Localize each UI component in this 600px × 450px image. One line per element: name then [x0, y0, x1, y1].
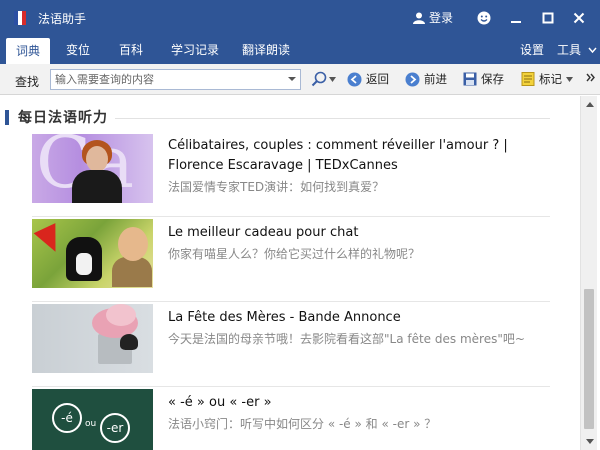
chevron-down-icon — [585, 439, 594, 444]
chevron-down-icon — [329, 76, 336, 82]
content-area: 每日法语听力 Ca Célibataires, couples : commen… — [0, 96, 580, 450]
item-title[interactable]: « -é » ou « -er » — [168, 393, 548, 413]
tab-translate-read[interactable]: 翻译朗读 — [234, 36, 298, 64]
item-subtitle: 法国爱情专家TED演讲：如何找到真爱？ — [168, 180, 385, 194]
thumbnail-text: -é — [52, 403, 82, 433]
maximize-icon — [542, 12, 554, 24]
video-thumbnail[interactable] — [32, 304, 153, 373]
bookmark-icon — [521, 72, 535, 86]
search-icon — [311, 71, 327, 87]
title-bar: 法语助手 登录 — [0, 0, 600, 36]
login-label: 登录 — [429, 11, 454, 25]
smiley-icon — [477, 11, 491, 25]
item-title[interactable]: La Fête des Mères - Bande Annonce — [168, 308, 548, 328]
cat-chest-graphic — [76, 253, 92, 275]
maximize-button[interactable] — [538, 8, 558, 28]
forward-arrow-icon — [405, 72, 420, 86]
tab-conjugation[interactable]: 变位 — [56, 36, 100, 64]
vertical-scrollbar[interactable] — [580, 96, 597, 450]
item-title[interactable]: Le meilleur cadeau pour chat — [168, 223, 548, 243]
feedback-button[interactable] — [474, 8, 494, 28]
scroll-down-button[interactable] — [581, 433, 598, 450]
tab-dictionary[interactable]: 词典 — [6, 38, 50, 64]
heart-sign-graphic — [120, 334, 138, 350]
thumbnail-text: -er — [100, 413, 130, 443]
item-subtitle: 你家有喵星人么？你给它买过什么样的礼物呢？ — [168, 247, 421, 261]
close-button[interactable] — [569, 8, 589, 28]
tools-label: 工具 — [557, 43, 582, 57]
back-arrow-icon — [347, 72, 362, 86]
back-button[interactable]: 返回 — [347, 71, 389, 87]
video-thumbnail[interactable]: -é ou -er — [32, 389, 153, 450]
forward-label: 前进 — [424, 72, 447, 86]
search-history-dropdown[interactable] — [288, 77, 296, 81]
user-icon — [413, 12, 425, 24]
section-title: 每日法语听力 — [18, 110, 108, 126]
red-arrow-graphic — [33, 223, 67, 257]
list-item[interactable]: Le meilleur cadeau pour chat 你家有喵星人么？你给它… — [32, 219, 550, 302]
back-label: 返回 — [366, 72, 389, 86]
app-title: 法语助手 — [38, 12, 87, 26]
video-thumbnail[interactable]: Ca — [32, 134, 153, 203]
video-thumbnail[interactable] — [32, 219, 153, 288]
list-item[interactable]: La Fête des Mères - Bande Annonce 今天是法国的… — [32, 304, 550, 387]
flowers-graphic — [106, 304, 136, 326]
item-title[interactable]: Célibataires, couples : comment réveille… — [168, 136, 548, 176]
save-button[interactable]: 保存 — [463, 71, 504, 87]
save-icon — [463, 72, 477, 86]
minimize-button[interactable] — [506, 8, 526, 28]
app-logo — [14, 11, 28, 25]
speaker-body — [72, 170, 122, 203]
bookmark-button[interactable]: 标记 — [521, 71, 573, 87]
toolbar: 查找 返回 前进 保存 标记 — [0, 64, 600, 95]
scroll-up-button[interactable] — [581, 96, 598, 113]
speaker-face — [86, 146, 108, 172]
item-subtitle: 今天是法国的母亲节哦！去影院看看这部"La fête des mères"吧~ — [168, 332, 525, 346]
login-button[interactable]: 登录 — [413, 9, 453, 26]
save-label: 保存 — [481, 72, 504, 86]
toolbar-overflow-button[interactable] — [586, 73, 596, 82]
forward-button[interactable]: 前进 — [405, 71, 447, 87]
search-label: 查找 — [15, 75, 40, 89]
bookmark-label: 标记 — [539, 72, 562, 86]
item-subtitle: 法语小窍门：听写中如何区分 « -é » 和 « -er » ？ — [168, 417, 437, 431]
chevron-down-icon — [588, 47, 597, 54]
search-box — [50, 69, 301, 90]
person-face-graphic — [118, 227, 148, 261]
search-input[interactable] — [55, 71, 280, 88]
list-item[interactable]: -é ou -er « -é » ou « -er » 法语小窍门：听写中如何区… — [32, 389, 550, 450]
tab-bar: 词典 变位 百科 学习记录 翻译朗读 设置 工具 — [0, 36, 600, 64]
thumbnail-text: ou — [85, 419, 97, 429]
list-item[interactable]: Ca Célibataires, couples : comment révei… — [32, 134, 550, 217]
section-marker — [5, 110, 9, 125]
tab-encyclopedia[interactable]: 百科 — [109, 36, 153, 64]
search-button[interactable] — [311, 71, 336, 87]
person-body-graphic — [112, 257, 152, 287]
chevron-up-icon — [585, 102, 594, 107]
tab-study-record[interactable]: 学习记录 — [163, 36, 227, 64]
tools-menu[interactable]: 工具 — [557, 36, 597, 64]
close-icon — [573, 12, 585, 24]
double-chevron-right-icon — [586, 73, 595, 82]
chevron-down-icon — [566, 76, 573, 82]
minimize-icon — [511, 21, 521, 23]
scrollbar-thumb[interactable] — [584, 289, 594, 429]
section-divider — [115, 118, 550, 119]
settings-menu[interactable]: 设置 — [520, 36, 544, 64]
